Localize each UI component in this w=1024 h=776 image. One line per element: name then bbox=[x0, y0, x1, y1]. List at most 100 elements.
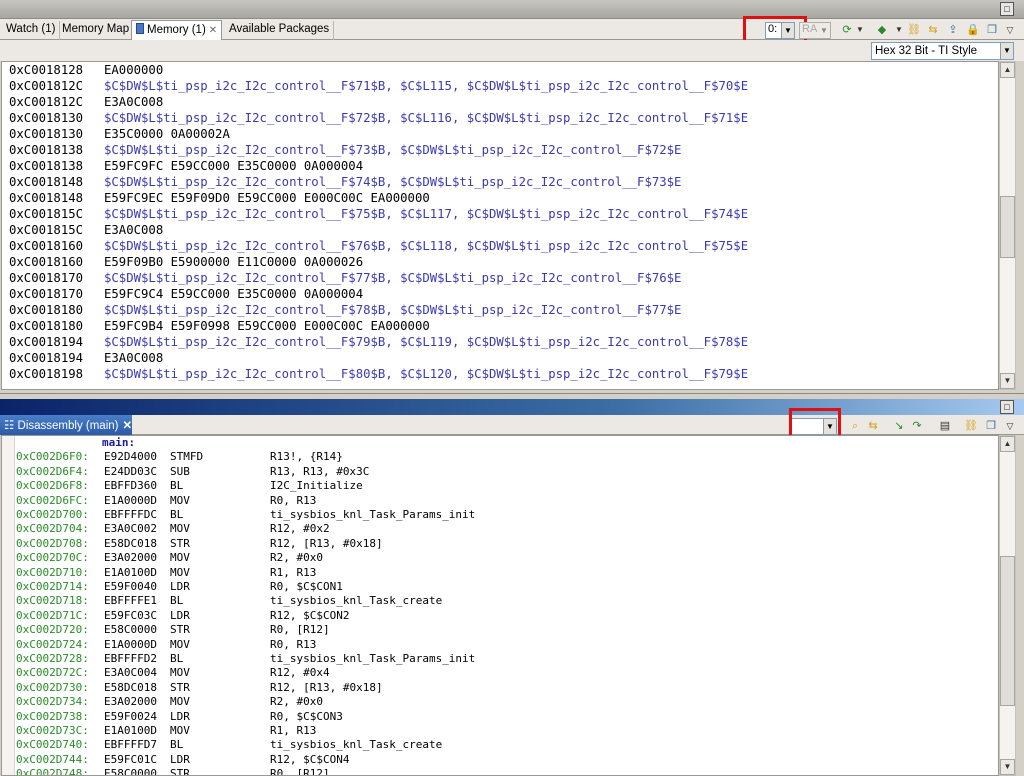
disassembly-row[interactable]: 0xC002D73C: E1A0100D MOV R1, R13 bbox=[16, 724, 316, 738]
memory-row[interactable]: 0xC001812C $C$DW$L$ti_psp_i2c_I2c_control… bbox=[2, 78, 998, 94]
disassembly-row[interactable]: 0xC002D6F4: E24DD03C SUB R13, R13, #0x3C bbox=[16, 465, 369, 479]
memory-row[interactable]: 0xC0018138 E59FC9FC E59CC000 E35C0000 0A0… bbox=[2, 158, 998, 174]
disassembly-row[interactable]: 0xC002D710: E1A0100D MOV R1, R13 bbox=[16, 566, 316, 580]
step-over-icon[interactable]: ↷ bbox=[910, 419, 924, 433]
memory-row[interactable]: 0xC001815C E3A0C008 bbox=[2, 222, 998, 238]
lock-icon[interactable]: 🔒 bbox=[966, 23, 980, 37]
scroll-up-icon[interactable]: ▲ bbox=[1000, 436, 1015, 452]
disassembly-row[interactable]: 0xC002D6F8: EBFFD360 BL I2C_Initialize bbox=[16, 479, 363, 493]
tab-memory[interactable]: Memory (1) ✕ bbox=[131, 20, 223, 40]
sync-icon[interactable]: ⇆ bbox=[926, 23, 940, 37]
disassembly-row[interactable]: 0xC002D71C: E59FC03C LDR R12, $C$CON2 bbox=[16, 609, 349, 623]
disassembly-row[interactable]: 0xC002D734: E3A02000 MOV R2, #0x0 bbox=[16, 695, 323, 709]
disassembly-row[interactable]: 0xC002D730: E58DC018 STR R12, [R13, #0x18] bbox=[16, 681, 383, 695]
operands: R0, $C$CON3 bbox=[270, 709, 343, 723]
memory-doc-icon bbox=[136, 23, 144, 34]
disassembly-panel: □ ☷ Disassembly (main) ✕ ▼ ⌕ ⇆ ↘ ↷ ▤ ⛓ ❐ … bbox=[0, 399, 1024, 776]
disassembly-row[interactable]: 0xC002D714: E59F0040 LDR R0, $C$CON1 bbox=[16, 580, 343, 594]
disassembly-row[interactable]: 0xC002D738: E59F0024 LDR R0, $C$CON3 bbox=[16, 710, 343, 724]
disassembly-scrollbar[interactable]: ▲ ▼ bbox=[999, 435, 1016, 776]
search-icon[interactable]: ⌕ bbox=[848, 419, 862, 433]
chevron-down-icon[interactable]: ▼ bbox=[892, 23, 906, 37]
memory-row[interactable]: 0xC0018180 E59FC9B4 E59F0998 E59CC000 E00… bbox=[2, 318, 998, 334]
memory-data: E59FC9C4 E59CC000 E35C0000 0A000004 bbox=[104, 287, 364, 301]
disassembly-row[interactable]: 0xC002D70C: E3A02000 MOV R2, #0x0 bbox=[16, 551, 323, 565]
disassembly-row[interactable]: 0xC002D700: EBFFFFDC BL ti_sysbios_knl_Task… bbox=[16, 508, 475, 522]
memory-row[interactable]: 0xC0018170 E59FC9C4 E59CC000 E35C0000 0A0… bbox=[2, 286, 998, 302]
export-icon[interactable]: ⇪ bbox=[946, 23, 960, 37]
memory-row[interactable]: 0xC0018194 $C$DW$L$ti_psp_i2c_I2c_control… bbox=[2, 334, 998, 350]
memory-row[interactable]: 0xC0018128 EA000000 bbox=[2, 62, 998, 78]
scrollbar-thumb[interactable] bbox=[1000, 556, 1015, 706]
close-icon[interactable]: ✕ bbox=[122, 420, 132, 432]
opcode: E24DD03C bbox=[104, 464, 157, 478]
mnemonic: MOV bbox=[170, 565, 190, 579]
memory-address: 0xC0018148 bbox=[9, 191, 84, 205]
memory-row[interactable]: 0xC0018160 E59F09B0 E5900000 E11C0000 0A0… bbox=[2, 254, 998, 270]
mnemonic: MOV bbox=[170, 493, 190, 507]
close-icon[interactable]: ✕ bbox=[209, 25, 217, 36]
disassembly-row[interactable]: 0xC002D728: EBFFFFD2 BL ti_sysbios_knl_Task… bbox=[16, 652, 475, 666]
format-combo[interactable]: Hex 32 Bit - TI Style ▼ bbox=[871, 42, 1014, 60]
disassembly-view[interactable]: main: 0xC002D6F0: E92D4000 STMFD R13!, {R14… bbox=[1, 435, 999, 776]
load-memory-icon[interactable]: ◆ bbox=[875, 23, 889, 37]
chevron-down-icon[interactable]: ▼ bbox=[1000, 43, 1013, 59]
memory-view[interactable]: 0xC0018128 EA000000 0xC001812C $C$DW$L$ti_p… bbox=[1, 61, 999, 390]
disassembly-row[interactable]: 0xC002D704: E3A0C002 MOV R12, #0x2 bbox=[16, 522, 330, 536]
disassembly-gutter[interactable] bbox=[2, 436, 15, 775]
disassembly-row[interactable]: 0xC002D720: E58C0000 STR R0, [R12] bbox=[16, 623, 330, 637]
disassembly-row[interactable]: 0xC002D72C: E3A0C004 MOV R12, #0x4 bbox=[16, 666, 330, 680]
maximize-icon[interactable]: □ bbox=[1000, 400, 1014, 414]
memory-row[interactable]: 0xC001815C $C$DW$L$ti_psp_i2c_I2c_control… bbox=[2, 206, 998, 222]
link-icon[interactable]: ⛓ bbox=[907, 23, 921, 37]
memory-row[interactable]: 0xC0018198 $C$DW$L$ti_psp_i2c_I2c_control… bbox=[2, 366, 998, 382]
chevron-down-icon[interactable]: ▼ bbox=[853, 23, 867, 37]
disassembly-row[interactable]: 0xC002D708: E58DC018 STR R12, [R13, #0x18] bbox=[16, 537, 383, 551]
tab-watch[interactable]: Watch (1) bbox=[2, 21, 61, 40]
refresh-icon[interactable]: ⟳ bbox=[840, 23, 854, 37]
memory-row[interactable]: 0xC0018148 E59FC9EC E59F09D0 E59CC000 E00… bbox=[2, 190, 998, 206]
disassembly-row[interactable]: 0xC002D6F0: E92D4000 STMFD R13!, {R14} bbox=[16, 450, 343, 464]
disassembly-row[interactable]: 0xC002D748: E58C0000 STR R0, [R12] bbox=[16, 767, 330, 776]
opcode: E59FC01C bbox=[104, 752, 157, 766]
link-icon[interactable]: ⛓ bbox=[964, 419, 978, 433]
disassembly-row[interactable]: 0xC002D744: E59FC01C LDR R12, $C$CON4 bbox=[16, 753, 349, 767]
memory-row[interactable]: 0xC0018130 $C$DW$L$ti_psp_i2c_I2c_control… bbox=[2, 110, 998, 126]
scroll-up-icon[interactable]: ▲ bbox=[1000, 62, 1015, 78]
new-view-icon[interactable]: ❐ bbox=[984, 419, 998, 433]
tab-disassembly[interactable]: ☷ Disassembly (main) ✕ bbox=[0, 415, 132, 435]
disassembly-row[interactable]: 0xC002D724: E1A0000D MOV R0, R13 bbox=[16, 638, 316, 652]
mnemonic: BL bbox=[170, 652, 184, 665]
template-combo[interactable]: RA ▼ bbox=[799, 22, 831, 39]
view-menu-icon[interactable]: ▽ bbox=[1003, 419, 1017, 433]
disassembly-row[interactable]: 0xC002D718: EBFFFFE1 BL ti_sysbios_knl_Task… bbox=[16, 594, 442, 608]
instruction-address: 0xC002D728: bbox=[16, 652, 89, 665]
scroll-down-icon[interactable]: ▼ bbox=[1000, 373, 1015, 389]
chevron-down-icon[interactable]: ▼ bbox=[818, 23, 830, 38]
memory-row[interactable]: 0xC0018160 $C$DW$L$ti_psp_i2c_I2c_control… bbox=[2, 238, 998, 254]
mnemonic: STR bbox=[170, 767, 190, 776]
memory-row[interactable]: 0xC0018138 $C$DW$L$ti_psp_i2c_I2c_control… bbox=[2, 142, 998, 158]
memory-row[interactable]: 0xC0018170 $C$DW$L$ti_psp_i2c_I2c_control… bbox=[2, 270, 998, 286]
tab-memory-map[interactable]: Memory Map bbox=[58, 21, 135, 40]
instruction-address: 0xC002D6F8: bbox=[16, 479, 89, 493]
operands: ti_sysbios_knl_Task_create bbox=[270, 738, 443, 752]
sync-icon[interactable]: ⇆ bbox=[866, 419, 880, 433]
memory-row[interactable]: 0xC0018130 E35C0000 0A00002A bbox=[2, 126, 998, 142]
view-menu-icon[interactable]: ▽ bbox=[1003, 23, 1017, 37]
memory-row[interactable]: 0xC0018180 $C$DW$L$ti_psp_i2c_I2c_control… bbox=[2, 302, 998, 318]
memory-row[interactable]: 0xC001812C E3A0C008 bbox=[2, 94, 998, 110]
instruction-address: 0xC002D6F4: bbox=[16, 464, 89, 478]
new-view-icon[interactable]: ❐ bbox=[985, 23, 999, 37]
source-toggle-icon[interactable]: ▤ bbox=[938, 419, 952, 433]
memory-row[interactable]: 0xC0018148 $C$DW$L$ti_psp_i2c_I2c_control… bbox=[2, 174, 998, 190]
scroll-down-icon[interactable]: ▼ bbox=[1000, 759, 1015, 775]
memory-row[interactable]: 0xC0018194 E3A0C008 bbox=[2, 350, 998, 366]
disassembly-row[interactable]: 0xC002D740: EBFFFFD7 BL ti_sysbios_knl_Task… bbox=[16, 738, 442, 752]
scrollbar-thumb[interactable] bbox=[1000, 196, 1015, 258]
maximize-icon[interactable]: □ bbox=[1000, 2, 1014, 16]
step-into-icon[interactable]: ↘ bbox=[892, 419, 906, 433]
memory-scrollbar[interactable]: ▲ ▼ bbox=[999, 61, 1016, 390]
disassembly-row[interactable]: 0xC002D6FC: E1A0000D MOV R0, R13 bbox=[16, 494, 316, 508]
tab-available-packages[interactable]: Available Packages bbox=[225, 21, 335, 40]
